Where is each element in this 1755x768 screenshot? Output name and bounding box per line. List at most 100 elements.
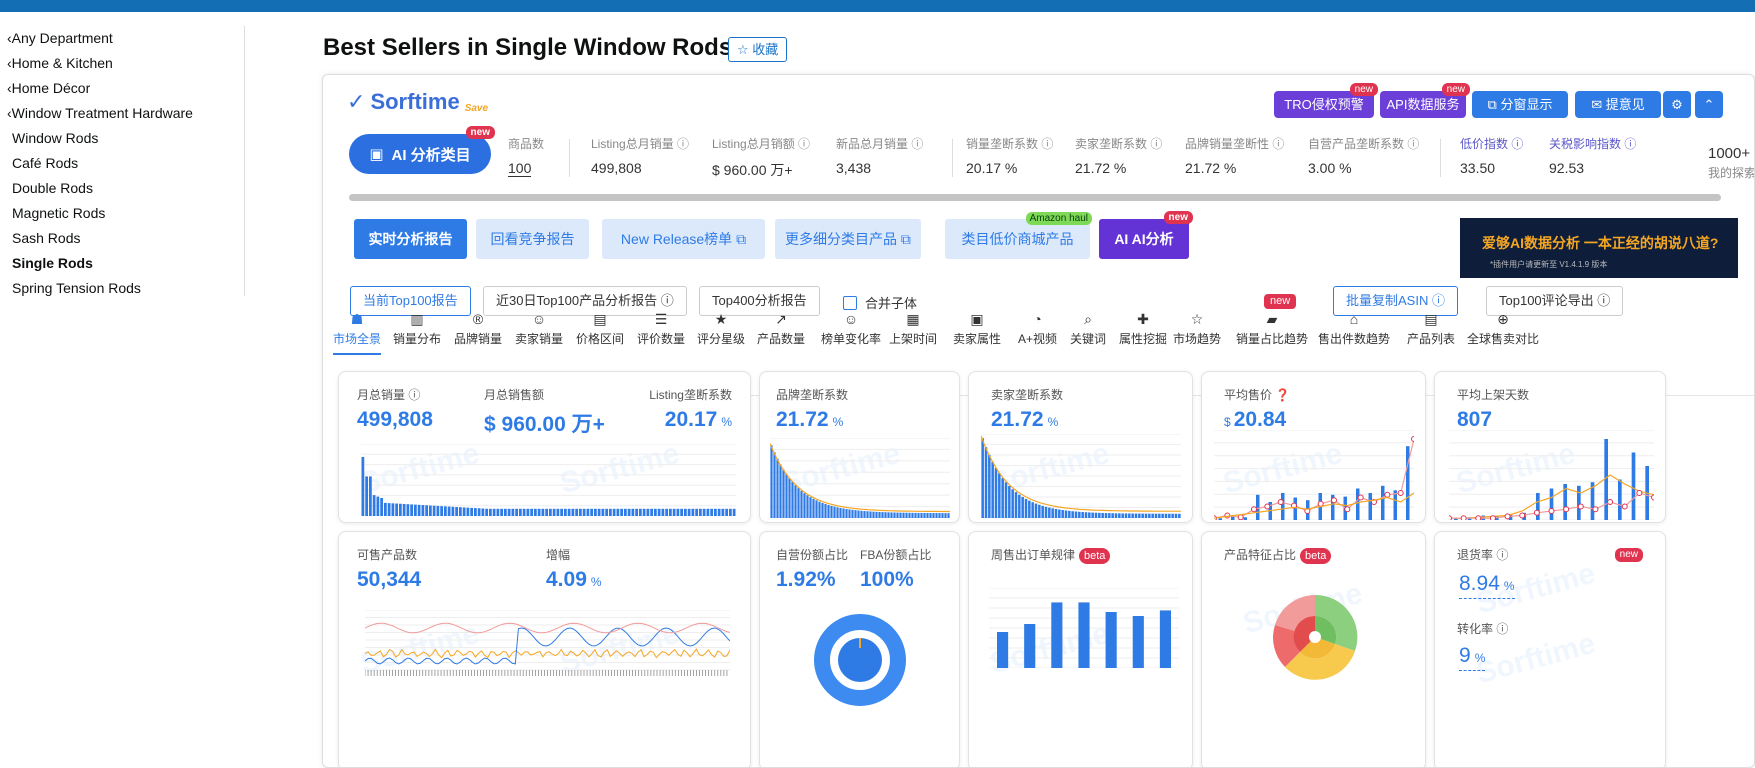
action-button-2[interactable]: New Release榜单 ⧉ [602,219,765,259]
chart-bar [710,509,713,516]
action-button-4[interactable]: 类目低价商城产品 Amazon haul [945,219,1090,259]
action-button-3[interactable]: 更多细分类目产品 ⧉ [775,219,921,259]
avg-days-chart[interactable] [1449,430,1654,520]
sidebar-item[interactable]: ‹Home & Kitchen [0,51,244,76]
tab-4[interactable]: ▤ 价格区间 [576,308,624,347]
chart-bar [425,505,428,516]
metrics-scrollbar[interactable] [349,194,1721,201]
sidebar-item[interactable]: ‹Home Décor [0,76,244,101]
tab-2[interactable]: ® 品牌销量 [454,308,502,347]
weekly-orders-chart[interactable] [989,588,1179,668]
fba-donut-chart[interactable] [810,610,910,710]
avg-days-label: 平均上架天数 [1457,386,1529,403]
tab-15[interactable]: ▰ 销量占比趋势 new [1236,308,1308,347]
sidebar-item[interactable]: Double Rods [0,176,244,201]
sales-distribution-chart[interactable] [361,444,736,516]
sidebar-item[interactable]: Window Rods [0,126,244,151]
monthly-revenue-label: 月总销售额 [484,386,544,403]
tab-5[interactable]: ☰ 评价数量 [637,308,685,347]
product-features-sunburst[interactable] [1270,592,1360,682]
tab-13[interactable]: ✚ 属性挖掘 [1119,308,1167,347]
tab-icon: ⌕ [1070,308,1106,330]
top-button-2[interactable]: ⧉ 分窗显示 [1472,91,1568,118]
sidebar-item[interactable]: Café Rods [0,151,244,176]
monthly-sales-label: 月总销量 ⓘ [357,386,420,403]
top-button-label: ⧉ 分窗显示 [1488,97,1553,112]
chart-point [1358,495,1363,500]
tab-label: 卖家属性 [953,330,1001,347]
chart-bar [929,513,931,518]
tab-label: 榜单变化率 [821,330,881,347]
seller-monopoly-chart[interactable] [981,434,1181,518]
chart-bar [478,508,481,516]
tab-18[interactable]: ⊕ 全球售卖对比 [1467,308,1539,347]
tab-7[interactable]: ↗ 产品数量 [757,308,805,347]
tab-10[interactable]: ▣ 卖家属性 [953,308,1001,347]
chart-bar [905,513,907,518]
avg-price-chart[interactable] [1214,430,1414,520]
chart-bar [1075,512,1078,518]
tab-icon: ☗ [333,308,381,330]
chart-bar [1078,602,1089,668]
tab-16[interactable]: ⌂ 售出件数趋势 [1318,308,1390,347]
chart-bar [797,488,799,518]
tab-1[interactable]: ▥ 销量分布 [393,308,441,347]
tab-icon: ▣ [953,308,1001,330]
chart-bar [1061,510,1064,518]
top-button-label: ✉ 提意见 [1591,97,1645,112]
metric-value: 21.72 % [1185,160,1284,176]
chart-bar [896,513,898,518]
sidebar-item[interactable]: Sash Rods [0,226,244,251]
top-button-0[interactable]: TRO侵权预警 new [1274,91,1374,118]
metric-value[interactable]: 100 [508,160,531,177]
tab-14[interactable]: ☆ 市场趋势 [1173,308,1221,347]
chart-bar [572,509,575,516]
conversion-rate-label: 转化率 ⓘ [1457,620,1508,637]
tab-3[interactable]: ☺ 卖家销量 [515,308,563,347]
action-button-label: 回看竞争报告 [491,231,575,247]
chart-bar [365,476,368,516]
chart-bar [512,509,515,516]
top-button-4[interactable]: ⚙ [1663,91,1691,118]
tab-17[interactable]: ▤ 产品列表 [1407,308,1455,347]
action-button-1[interactable]: 回看竞争报告 [476,219,589,259]
sidebar-item[interactable]: ‹Any Department [0,26,244,51]
tab-6[interactable]: ★ 评分星级 [697,308,745,347]
sidebar-item[interactable]: Magnetic Rods [0,201,244,226]
brand-monopoly-chart[interactable] [770,438,950,518]
top-button-3[interactable]: ✉ 提意见 [1575,91,1661,118]
tab-9[interactable]: ▦ 上架时间 [889,308,937,347]
chart-bar [947,513,949,518]
sidebar-item[interactable]: Spring Tension Rods [0,276,244,301]
action-button-0[interactable]: 实时分析报告 [354,219,467,259]
ai-banner[interactable]: 爱够AI数据分析 一本正经的胡说八道? *插件用户请更新至 V1.4.1.9 版… [1460,218,1738,278]
chart-bar [575,509,578,516]
top-button-label: ⌃ [1704,97,1715,112]
metric-item: Listing总月销额 ⓘ $ 960.00 万+ [712,135,810,180]
chart-bar [1115,513,1118,518]
sidebar-item[interactable]: Single Rods [0,251,244,276]
metric-item: 销量垄断系数 ⓘ 20.17 % [966,135,1053,176]
top-button-1[interactable]: API数据服务 new [1380,91,1466,118]
chart-bar [887,512,889,518]
action-button-label: 更多细分类目产品 ⧉ [785,231,911,247]
available-products-chart[interactable] [365,610,730,676]
tab-12[interactable]: ⌕ 关键词 [1070,308,1106,347]
chart-bar [1141,514,1144,518]
top-button-5[interactable]: ⌃ [1695,91,1723,118]
chart-bar [410,504,413,516]
favorite-button[interactable]: ☆ 收藏 [728,37,787,62]
action-button-5[interactable]: AI AI分析 new [1099,219,1189,259]
tab-8[interactable]: ☺ 榜单变化率 [821,308,881,347]
chart-bar [470,508,473,516]
chart-bar [545,509,548,516]
chart-bar [602,509,605,516]
card-monthly-sales: Sorftime Sorftime 月总销量 ⓘ 499,808 月总销售额 $… [338,371,751,523]
tab-11[interactable]: ◔ A+视频 [1018,308,1057,347]
chart-point [1332,498,1337,503]
sidebar-item[interactable]: ‹Window Treatment Hardware [0,101,244,126]
metric-value: 3,438 [836,160,923,176]
chart-bar [779,464,781,518]
tab-0[interactable]: ☗ 市场全景 [333,308,381,355]
ai-analyze-category-button[interactable]: ▣ AI 分析类目 new [349,134,491,174]
